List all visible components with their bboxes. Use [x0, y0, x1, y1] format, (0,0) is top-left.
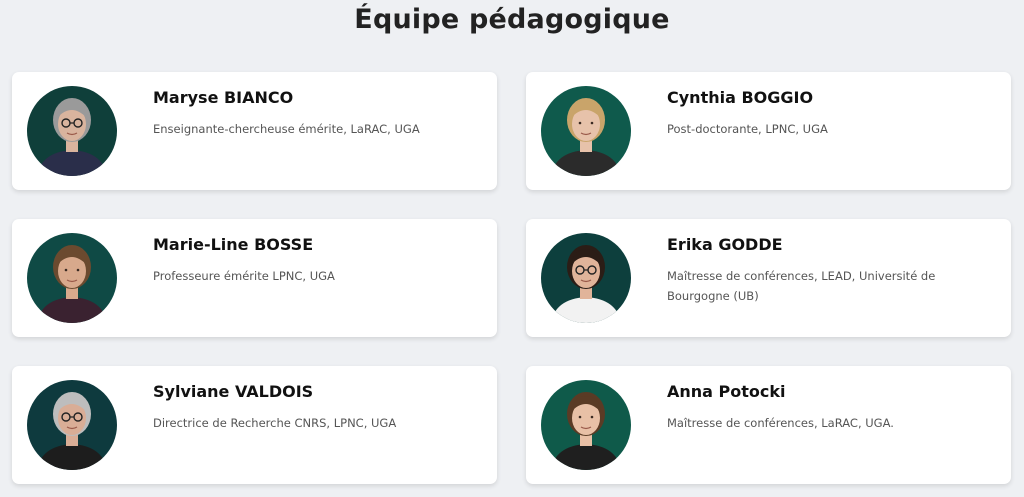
portrait-image — [27, 86, 117, 176]
member-photo — [27, 86, 117, 176]
member-photo — [541, 380, 631, 470]
member-role: Maîtresse de conférences, LEAD, Universi… — [667, 269, 936, 303]
member-card: Maryse BIANCO Enseignante-chercheuse émé… — [12, 72, 497, 190]
member-card: Anna Potocki Maîtresse de conférences, L… — [526, 366, 1011, 484]
member-card: Erika GODDE Maîtresse de conférences, LE… — [526, 219, 1011, 337]
member-name: Sylviane VALDOIS — [153, 382, 314, 401]
member-name: Cynthia BOGGIO — [667, 88, 814, 107]
portrait-image — [541, 380, 631, 470]
member-role: Post-doctorante, LPNC, UGA — [667, 122, 828, 136]
member-name: Marie-Line BOSSE — [153, 235, 314, 254]
member-name: Erika GODDE — [667, 235, 783, 254]
portrait-image — [541, 233, 631, 323]
page-title: Équipe pédagogique — [354, 4, 670, 35]
member-name: Anna Potocki — [667, 382, 786, 401]
portrait-image — [27, 233, 117, 323]
member-photo — [27, 380, 117, 470]
member-card: Cynthia BOGGIO Post-doctorante, LPNC, UG… — [526, 72, 1011, 190]
member-name: Maryse BIANCO — [153, 88, 294, 107]
member-role: Directrice de Recherche CNRS, LPNC, UGA — [153, 416, 397, 430]
portrait-image — [27, 380, 117, 470]
team-grid: Maryse BIANCO Enseignante-chercheuse émé… — [12, 72, 1012, 484]
member-role: Maîtresse de conférences, LaRAC, UGA. — [667, 416, 894, 430]
member-role: Professeure émérite LPNC, UGA — [153, 269, 335, 283]
member-card: Sylviane VALDOIS Directrice de Recherche… — [12, 366, 497, 484]
member-role: Enseignante-chercheuse émérite, LaRAC, U… — [153, 122, 420, 136]
member-photo — [27, 233, 117, 323]
member-card: Marie-Line BOSSE Professeure émérite LPN… — [12, 219, 497, 337]
member-photo — [541, 86, 631, 176]
portrait-image — [541, 86, 631, 176]
member-photo — [541, 233, 631, 323]
